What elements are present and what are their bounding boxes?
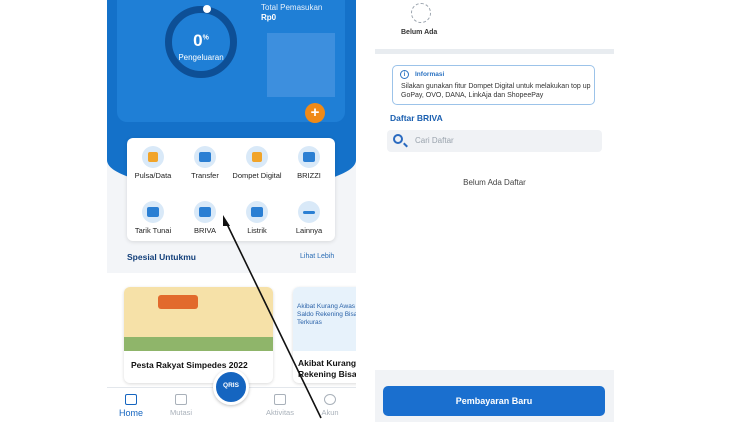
screenshot-canvas: 0% Pengeluaran Total Pemasukan Rp0 + Pul… <box>0 0 750 422</box>
info-text: Silakan gunakan fitur Dompet Digital unt… <box>401 83 591 99</box>
footer-bar: Pembayaran Baru <box>375 370 614 422</box>
search-field[interactable]: Cari Daftar <box>387 130 602 152</box>
ewallet-empty-icon <box>411 3 431 23</box>
list-title: Daftar BRIVA <box>390 113 443 123</box>
empty-list-text: Belum Ada Daftar <box>463 178 526 187</box>
search-icon <box>393 134 403 144</box>
info-icon: i <box>400 70 409 79</box>
arrow-head <box>223 215 230 226</box>
search-placeholder: Cari Daftar <box>415 136 454 145</box>
ewallet-empty-label: Belum Ada <box>401 29 438 36</box>
new-payment-button[interactable]: Pembayaran Baru <box>383 386 605 416</box>
info-title: Informasi <box>415 71 445 78</box>
dompet-digital-screen: Belum Ada i Informasi Silakan gunakan fi… <box>375 0 614 422</box>
section-divider <box>375 49 614 54</box>
arrow-line <box>225 221 322 419</box>
info-box: i Informasi Silakan gunakan fitur Dompet… <box>392 65 595 105</box>
